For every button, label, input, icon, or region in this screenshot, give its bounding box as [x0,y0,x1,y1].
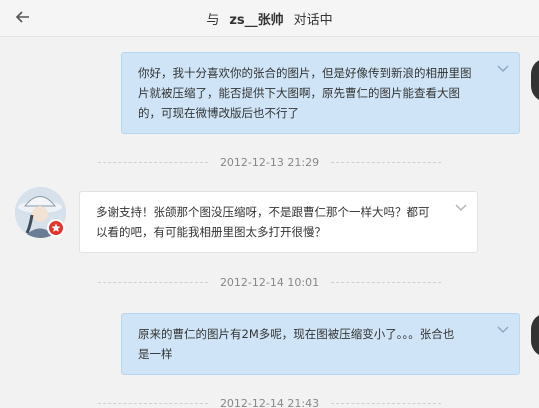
timestamp-divider: 2012-12-13 21:29 [0,154,539,170]
timestamp: 2012-12-14 10:01 [219,275,320,289]
timestamp: 2012-12-14 21:43 [219,396,320,408]
message-line: 原来的曹仁的图片有2M多呢，现在图被压缩变小了。。。张合也 [138,327,455,341]
chat-title: 与 zs__张帅 对话中 [206,9,332,28]
message-bubble-sent: 原来的曹仁的图片有2M多呢，现在图被压缩变小了。。。张合也 是一样 [121,313,520,375]
chevron-down-icon[interactable] [497,65,509,73]
message-line: 片就被压缩了，能否提供下大图啊，原先曹仁的图片能查看大图 [138,86,460,100]
timestamp-divider: 2012-12-14 10:01 [0,274,539,290]
message-line: 以看的吧，有可能我相册里图太多打开很慢？ [96,225,326,239]
title-suffix: 对话中 [293,12,333,28]
message-line: 你好，我十分喜欢你的张合的图片，但是好像传到新浪的相册里图 [138,66,472,80]
message-line: 是一样 [138,347,173,361]
message-line: 多谢支持！张颌那个图没压缩呀，不是跟曹仁那个一样大吗？都可 [96,205,430,219]
chevron-down-icon[interactable] [455,204,467,212]
title-prefix: 与 [206,12,220,28]
message-bubble-received: 多谢支持！张颌那个图没压缩呀，不是跟曹仁那个一样大吗？都可 以看的吧，有可能我相… [79,191,478,253]
back-arrow-icon[interactable] [12,6,34,28]
avatar[interactable] [531,58,539,102]
chat-header: 与 zs__张帅 对话中 [0,0,539,37]
message-bubble-sent: 你好，我十分喜欢你的张合的图片，但是好像传到新浪的相册里图 片就被压缩了，能否提… [121,52,520,134]
timestamp-divider: 2012-12-14 21:43 [0,395,539,408]
message-line: 的，可现在微博改版后也不行了 [138,106,299,120]
contact-name[interactable]: zs__张帅 [229,13,283,28]
avatar[interactable] [531,313,539,357]
star-badge-icon [47,219,65,237]
timestamp: 2012-12-13 21:29 [219,155,320,169]
chevron-down-icon[interactable] [497,326,509,334]
